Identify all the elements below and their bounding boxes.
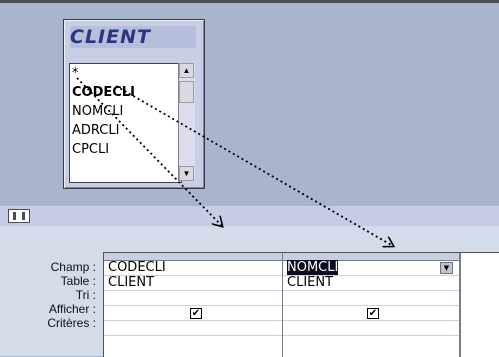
row-label-afficher: Afficher : [48,302,96,316]
cell-afficher-1[interactable]: ✔ [104,306,282,321]
field-item-adrcli[interactable]: ADRCLI [70,121,181,140]
scroll-thumb[interactable] [179,81,194,103]
field-list-window[interactable]: CLIENT * CODECLI NOMCLI ADRCLI CPCLI ▲ ▼ [63,19,205,189]
checkmark-icon[interactable]: ✔ [367,308,379,319]
cell-tri-1[interactable] [104,291,282,306]
row-label-table: Table : [60,274,96,288]
grid-column-1[interactable]: CODECLI CLIENT ✔ [104,253,283,357]
cell-champ-1[interactable]: CODECLI [104,261,282,276]
cell-afficher-2[interactable]: ✔ [283,306,459,321]
field-list-scrollbar[interactable]: ▲ ▼ [178,63,195,181]
field-list-box[interactable]: * CODECLI NOMCLI ADRCLI CPCLI [69,63,182,183]
scroll-left-icon[interactable] [8,209,30,223]
field-item-nomcli[interactable]: NOMCLI [70,102,181,121]
row-label-tri: Tri : [75,288,96,302]
field-list-title[interactable]: CLIENT [70,26,196,48]
query-grid-area: Champ : Table : Tri : Afficher : Critère… [0,226,499,357]
grid-row-labels: Champ : Table : Tri : Afficher : Critère… [0,260,100,330]
cell-champ-2[interactable]: NOMCLI ▼ [283,260,459,276]
scroll-down-icon[interactable]: ▼ [179,166,194,181]
field-item-codecli[interactable]: CODECLI [70,83,181,102]
cell-tri-2[interactable] [283,291,459,306]
row-label-champ: Champ : [50,260,96,274]
column-separator [459,253,461,357]
scroll-nub [22,212,25,220]
cell-criteres-1[interactable] [104,321,282,336]
cell-table-2[interactable]: CLIENT [283,276,459,291]
window-border [0,0,499,3]
query-design-grid[interactable]: CODECLI CLIENT ✔ NOMCLI ▼ CLIENT ✔ [103,252,499,357]
pane-splitter-scrollbar[interactable] [0,206,499,226]
grid-column-2[interactable]: NOMCLI ▼ CLIENT ✔ [283,253,460,357]
checkmark-icon[interactable]: ✔ [190,308,202,319]
cell-table-1[interactable]: CLIENT [104,276,282,291]
query-design-pane: CLIENT * CODECLI NOMCLI ADRCLI CPCLI ▲ ▼ [0,0,499,206]
scroll-nub [13,212,16,220]
field-item-all[interactable]: * [70,64,181,83]
scroll-up-icon[interactable]: ▲ [179,63,194,78]
field-item-cpcli[interactable]: CPCLI [70,140,181,159]
row-label-criteres: Critères : [47,316,96,330]
cell-criteres-2[interactable] [283,321,459,336]
dropdown-arrow-icon[interactable]: ▼ [440,262,453,274]
cell-champ-2-text[interactable]: NOMCLI [287,260,339,275]
